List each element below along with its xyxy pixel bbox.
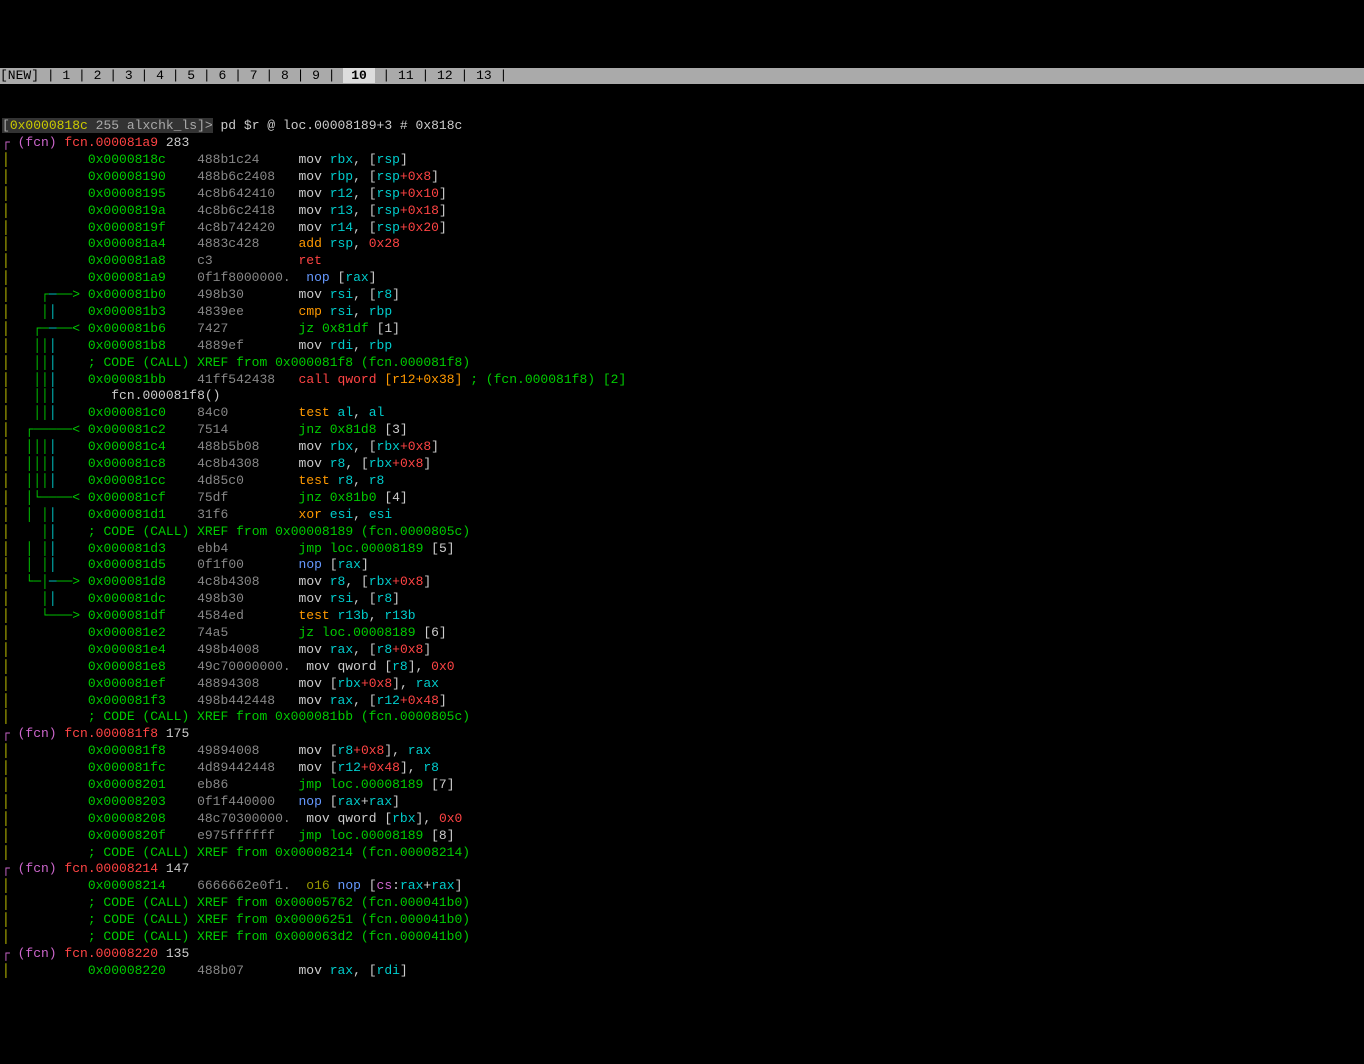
- tab-10[interactable]: 10: [343, 68, 374, 83]
- fcn-header-1: ┌ (fcn) fcn.000081a9 283: [2, 135, 189, 150]
- tab-1[interactable]: 1: [62, 68, 70, 83]
- tab-3[interactable]: 3: [125, 68, 133, 83]
- tab-9[interactable]: 9: [312, 68, 320, 83]
- tab-7[interactable]: 7: [250, 68, 258, 83]
- tab-new[interactable]: [NEW]: [0, 68, 39, 83]
- tab-6[interactable]: 6: [219, 68, 227, 83]
- tab-5[interactable]: 5: [187, 68, 195, 83]
- terminal-output[interactable]: [0x0000818c 255 alxchk_ls]> pd $r @ loc.…: [0, 101, 1364, 979]
- hex: 488b1c24: [197, 152, 259, 167]
- tab-bar: [NEW] | 1 | 2 | 3 | 4 | 5 | 6 | 7 | 8 | …: [0, 68, 1364, 85]
- fcn-header-3: ┌ (fcn) fcn.00008214 147: [2, 861, 189, 876]
- tab-12[interactable]: 12: [437, 68, 453, 83]
- fcn-header-2: ┌ (fcn) fcn.000081f8 175: [2, 726, 189, 741]
- op: mov: [299, 152, 330, 167]
- fcn-header-4: ┌ (fcn) fcn.00008220 135: [2, 946, 189, 961]
- tab-4[interactable]: 4: [156, 68, 164, 83]
- xref: ; CODE (CALL) XREF from 0x000081f8 (fcn.…: [88, 355, 470, 370]
- addr: 0x0000818c: [88, 152, 166, 167]
- tab-11[interactable]: 11: [398, 68, 414, 83]
- tab-8[interactable]: 8: [281, 68, 289, 83]
- tab-2[interactable]: 2: [94, 68, 102, 83]
- prompt: [0x0000818c 255 alxchk_ls]>: [2, 118, 213, 133]
- tab-13[interactable]: 13: [476, 68, 492, 83]
- fcn-call-label: fcn.000081f8(): [111, 388, 220, 403]
- prompt-command: pd $r @ loc.00008189+3 # 0x818c: [213, 118, 463, 133]
